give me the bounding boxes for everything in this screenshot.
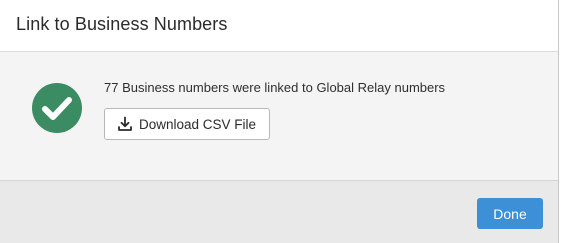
success-message: 77 Business numbers were linked to Globa… [104,80,446,95]
dialog-body: 77 Business numbers were linked to Globa… [0,52,558,181]
download-icon [118,116,132,131]
download-csv-button[interactable]: Download CSV File [104,108,270,140]
done-button[interactable]: Done [477,198,543,229]
check-circle-icon [32,83,82,133]
dialog-header: Link to Business Numbers [0,0,558,52]
dialog-footer: Done [0,181,558,243]
link-business-numbers-dialog: Link to Business Numbers 77 Business num… [0,0,559,243]
dialog-title: Link to Business Numbers [16,14,228,34]
download-csv-label: Download CSV File [139,116,257,132]
